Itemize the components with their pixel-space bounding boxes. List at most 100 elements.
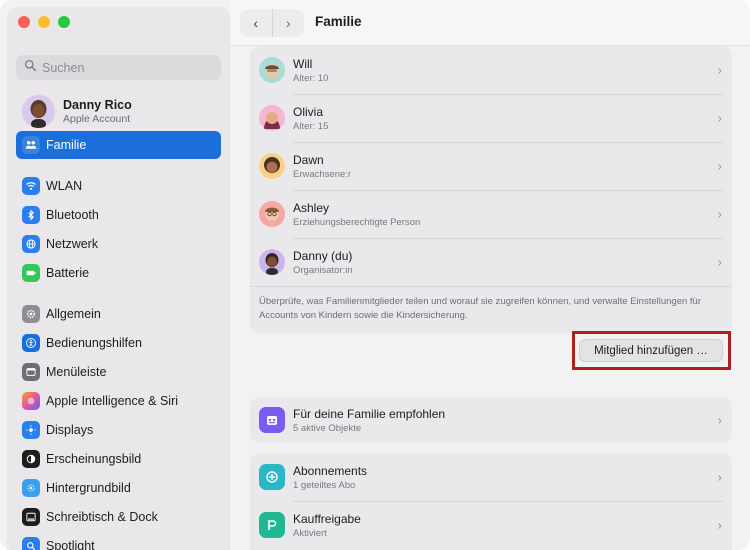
sidebar-item-label: Allgemein (46, 307, 101, 321)
window-controls (18, 16, 70, 28)
search-field[interactable] (16, 55, 221, 80)
member-row[interactable]: Danny (du) Organisator:in › (250, 238, 732, 286)
sidebar-item-netzwerk[interactable]: Netzwerk (16, 230, 221, 258)
accessibility-icon (22, 334, 40, 352)
sidebar-item-label: Bedienungshilfen (46, 336, 142, 350)
member-name: Dawn (293, 152, 324, 167)
member-role: Erziehungsberechtigte Person (293, 216, 421, 228)
display-icon (22, 421, 40, 439)
chevron-right-icon: › (717, 517, 722, 533)
member-name: Olivia (293, 104, 324, 119)
close-button[interactable] (18, 16, 30, 28)
sidebar-item-label: Bluetooth (46, 208, 99, 222)
member-role: Organisator:in (293, 264, 353, 276)
member-row[interactable]: Will Alter: 10 › (250, 46, 732, 94)
sidebar: Danny Rico Apple Account Familie WLAN Bl… (7, 7, 230, 550)
service-row-kauffreigabe[interactable]: Kauffreigabe Aktiviert › (250, 501, 732, 549)
memoji-olivia-avatar (259, 105, 285, 131)
chevron-right-icon: › (717, 206, 722, 222)
family-info-note: Überprüfe, was Familienmitglieder teilen… (250, 286, 732, 333)
toolbar: ‹ › Familie (230, 0, 750, 46)
gear-icon (22, 305, 40, 323)
sidebar-item-label: Menüleiste (46, 365, 107, 379)
sidebar-item-label: Netzwerk (46, 237, 99, 251)
memoji-danny-avatar (259, 249, 285, 275)
sidebar-item-wlan[interactable]: WLAN (16, 172, 221, 200)
service-row-abonnements[interactable]: Abonnements 1 geteiltes Abo › (250, 453, 732, 501)
service-title: Kauffreigabe (293, 511, 361, 526)
back-button[interactable]: ‹ (240, 9, 273, 37)
chevron-left-icon: ‹ (253, 15, 259, 31)
sidebar-item-label: Apple Intelligence & Siri (46, 394, 179, 408)
sidebar-item-bluetooth[interactable]: Bluetooth (16, 201, 221, 229)
sidebar-item-bedienungshilfen[interactable]: Bedienungshilfen (16, 329, 221, 357)
sidebar-item-label: Schreibtisch & Dock (46, 510, 158, 524)
forward-button[interactable]: › (273, 9, 305, 37)
family-checklist-icon (259, 407, 285, 433)
dock-icon (22, 508, 40, 526)
chevron-right-icon: › (717, 469, 722, 485)
siri-icon (22, 392, 40, 410)
highlight-box (572, 331, 731, 370)
service-title: Abonnements (293, 463, 368, 478)
sidebar-item-hintergrundbild[interactable]: Hintergrundbild (16, 474, 221, 502)
chevron-right-icon: › (285, 15, 291, 31)
member-row[interactable]: Olivia Alter: 15 › (250, 94, 732, 142)
sidebar-item-label: Erscheinungsbild (46, 452, 142, 466)
page-title: Familie (315, 14, 362, 29)
member-role: Alter: 10 (293, 72, 329, 84)
sidebar-item-label: Spotlight (46, 539, 95, 550)
bluetooth-icon (22, 206, 40, 224)
wifi-icon (22, 177, 40, 195)
account-subtitle: Apple Account (63, 113, 131, 125)
history-navigation: ‹ › (240, 9, 304, 37)
account-name: Danny Rico (63, 98, 132, 112)
globe-icon (22, 235, 40, 253)
minimize-button[interactable] (38, 16, 50, 28)
sidebar-item-erscheinungsbild[interactable]: Erscheinungsbild (16, 445, 221, 473)
member-name: Will (293, 56, 313, 71)
sidebar-item-batterie[interactable]: Batterie (16, 259, 221, 287)
memoji-dawn-avatar (259, 153, 285, 179)
battery-icon (22, 264, 40, 282)
chevron-right-icon: › (717, 412, 722, 428)
chevron-right-icon: › (717, 254, 722, 270)
chevron-right-icon: › (717, 110, 722, 126)
service-subtitle: 1 geteiltes Abo (293, 479, 356, 491)
member-row[interactable]: Dawn Erwachsene:r › (250, 142, 732, 190)
member-name: Danny (du) (293, 248, 353, 263)
wallpaper-icon (22, 479, 40, 497)
service-subtitle: Aktiviert (293, 527, 327, 539)
spotlight-icon (22, 537, 40, 550)
member-role: Alter: 15 (293, 120, 329, 132)
appearance-icon (22, 450, 40, 468)
family-icon (22, 136, 40, 154)
subscriptions-icon (259, 464, 285, 490)
sidebar-item-label: Displays (46, 423, 94, 437)
member-name: Ashley (293, 200, 330, 215)
account-row[interactable]: Danny Rico Apple Account (22, 95, 132, 128)
search-icon (24, 59, 37, 77)
chevron-right-icon: › (717, 158, 722, 174)
member-role: Erwachsene:r (293, 168, 352, 180)
avatar (22, 95, 55, 128)
sidebar-item-menueleiste[interactable]: Menüleiste (16, 358, 221, 386)
member-row[interactable]: Ashley Erziehungsberechtigte Person › (250, 190, 732, 238)
recommended-card[interactable]: Für deine Familie empfohlen 5 aktive Obj… (250, 397, 732, 443)
sidebar-item-familie[interactable]: Familie (16, 131, 221, 159)
recommended-title: Für deine Familie empfohlen (293, 406, 446, 421)
zoom-button[interactable] (58, 16, 70, 28)
sidebar-item-allgemein[interactable]: Allgemein (16, 300, 221, 328)
sidebar-item-spotlight[interactable]: Spotlight (16, 532, 221, 550)
sidebar-item-label: Familie (46, 138, 87, 152)
recommended-subtitle: 5 aktive Objekte (293, 422, 362, 434)
sidebar-item-schreibtisch-dock[interactable]: Schreibtisch & Dock (16, 503, 221, 531)
sidebar-item-apple-intelligence-siri[interactable]: Apple Intelligence & Siri (16, 387, 221, 415)
menubar-icon (22, 363, 40, 381)
sidebar-item-displays[interactable]: Displays (16, 416, 221, 444)
services-list: Abonnements 1 geteiltes Abo › Kauffreiga… (250, 453, 732, 550)
settings-window: Danny Rico Apple Account Familie WLAN Bl… (0, 0, 750, 550)
sidebar-item-label: WLAN (46, 179, 83, 193)
purchase-sharing-icon (259, 512, 285, 538)
search-input[interactable] (42, 60, 212, 75)
